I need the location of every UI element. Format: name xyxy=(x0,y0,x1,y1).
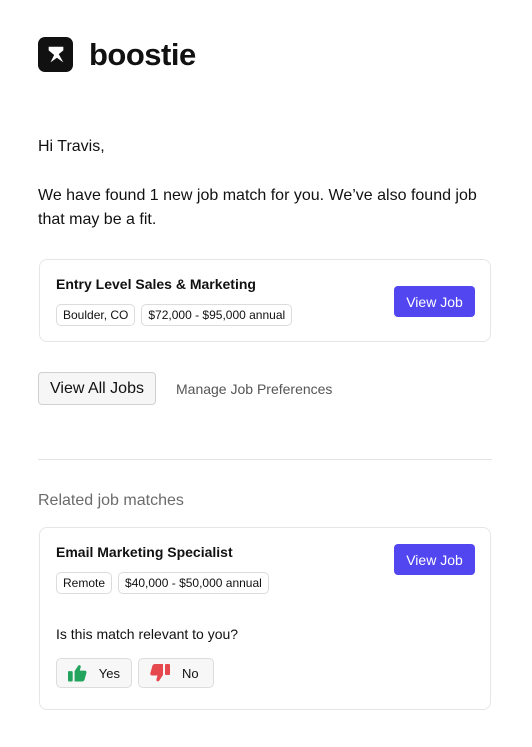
view-all-jobs-button[interactable]: View All Jobs xyxy=(38,372,156,405)
no-label: No xyxy=(182,665,199,681)
divider xyxy=(38,459,492,460)
manage-job-preferences-link[interactable]: Manage Job Preferences xyxy=(176,381,332,397)
relevance-feedback: Yes No xyxy=(56,658,214,688)
view-job-button[interactable]: View Job xyxy=(394,286,475,317)
boostie-bird-icon xyxy=(38,37,73,72)
intro-text: We have found 1 new job match for you. W… xyxy=(38,187,477,228)
location-tag: Remote xyxy=(56,572,113,594)
greeting: Hi Travis, xyxy=(38,138,105,155)
view-job-button[interactable]: View Job xyxy=(394,544,475,575)
thumbs-up-icon xyxy=(68,665,87,682)
location-tag: Boulder, CO xyxy=(56,304,136,326)
salary-tag: $40,000 - $50,000 annual xyxy=(118,572,269,594)
thumbs-down-icon xyxy=(150,664,170,682)
related-job-card: Email Marketing Specialist Remote $40,00… xyxy=(39,527,491,710)
job-match-card: Entry Level Sales & Marketing Boulder, C… xyxy=(39,259,491,342)
no-button[interactable]: No xyxy=(138,658,214,688)
job-title: Entry Level Sales & Marketing xyxy=(56,276,256,292)
related-heading: Related job matches xyxy=(38,492,184,509)
job-title: Email Marketing Specialist xyxy=(56,544,233,560)
job-tags: Remote $40,000 - $50,000 annual xyxy=(56,572,269,594)
relevance-question: Is this match relevant to you? xyxy=(56,626,239,642)
job-tags: Boulder, CO $72,000 - $95,000 annual xyxy=(56,304,293,326)
brand-name: boostie xyxy=(89,37,196,72)
brand-logo[interactable]: boostie xyxy=(38,37,196,72)
salary-tag: $72,000 - $95,000 annual xyxy=(141,304,293,326)
yes-button[interactable]: Yes xyxy=(56,658,132,688)
yes-label: Yes xyxy=(98,665,120,681)
